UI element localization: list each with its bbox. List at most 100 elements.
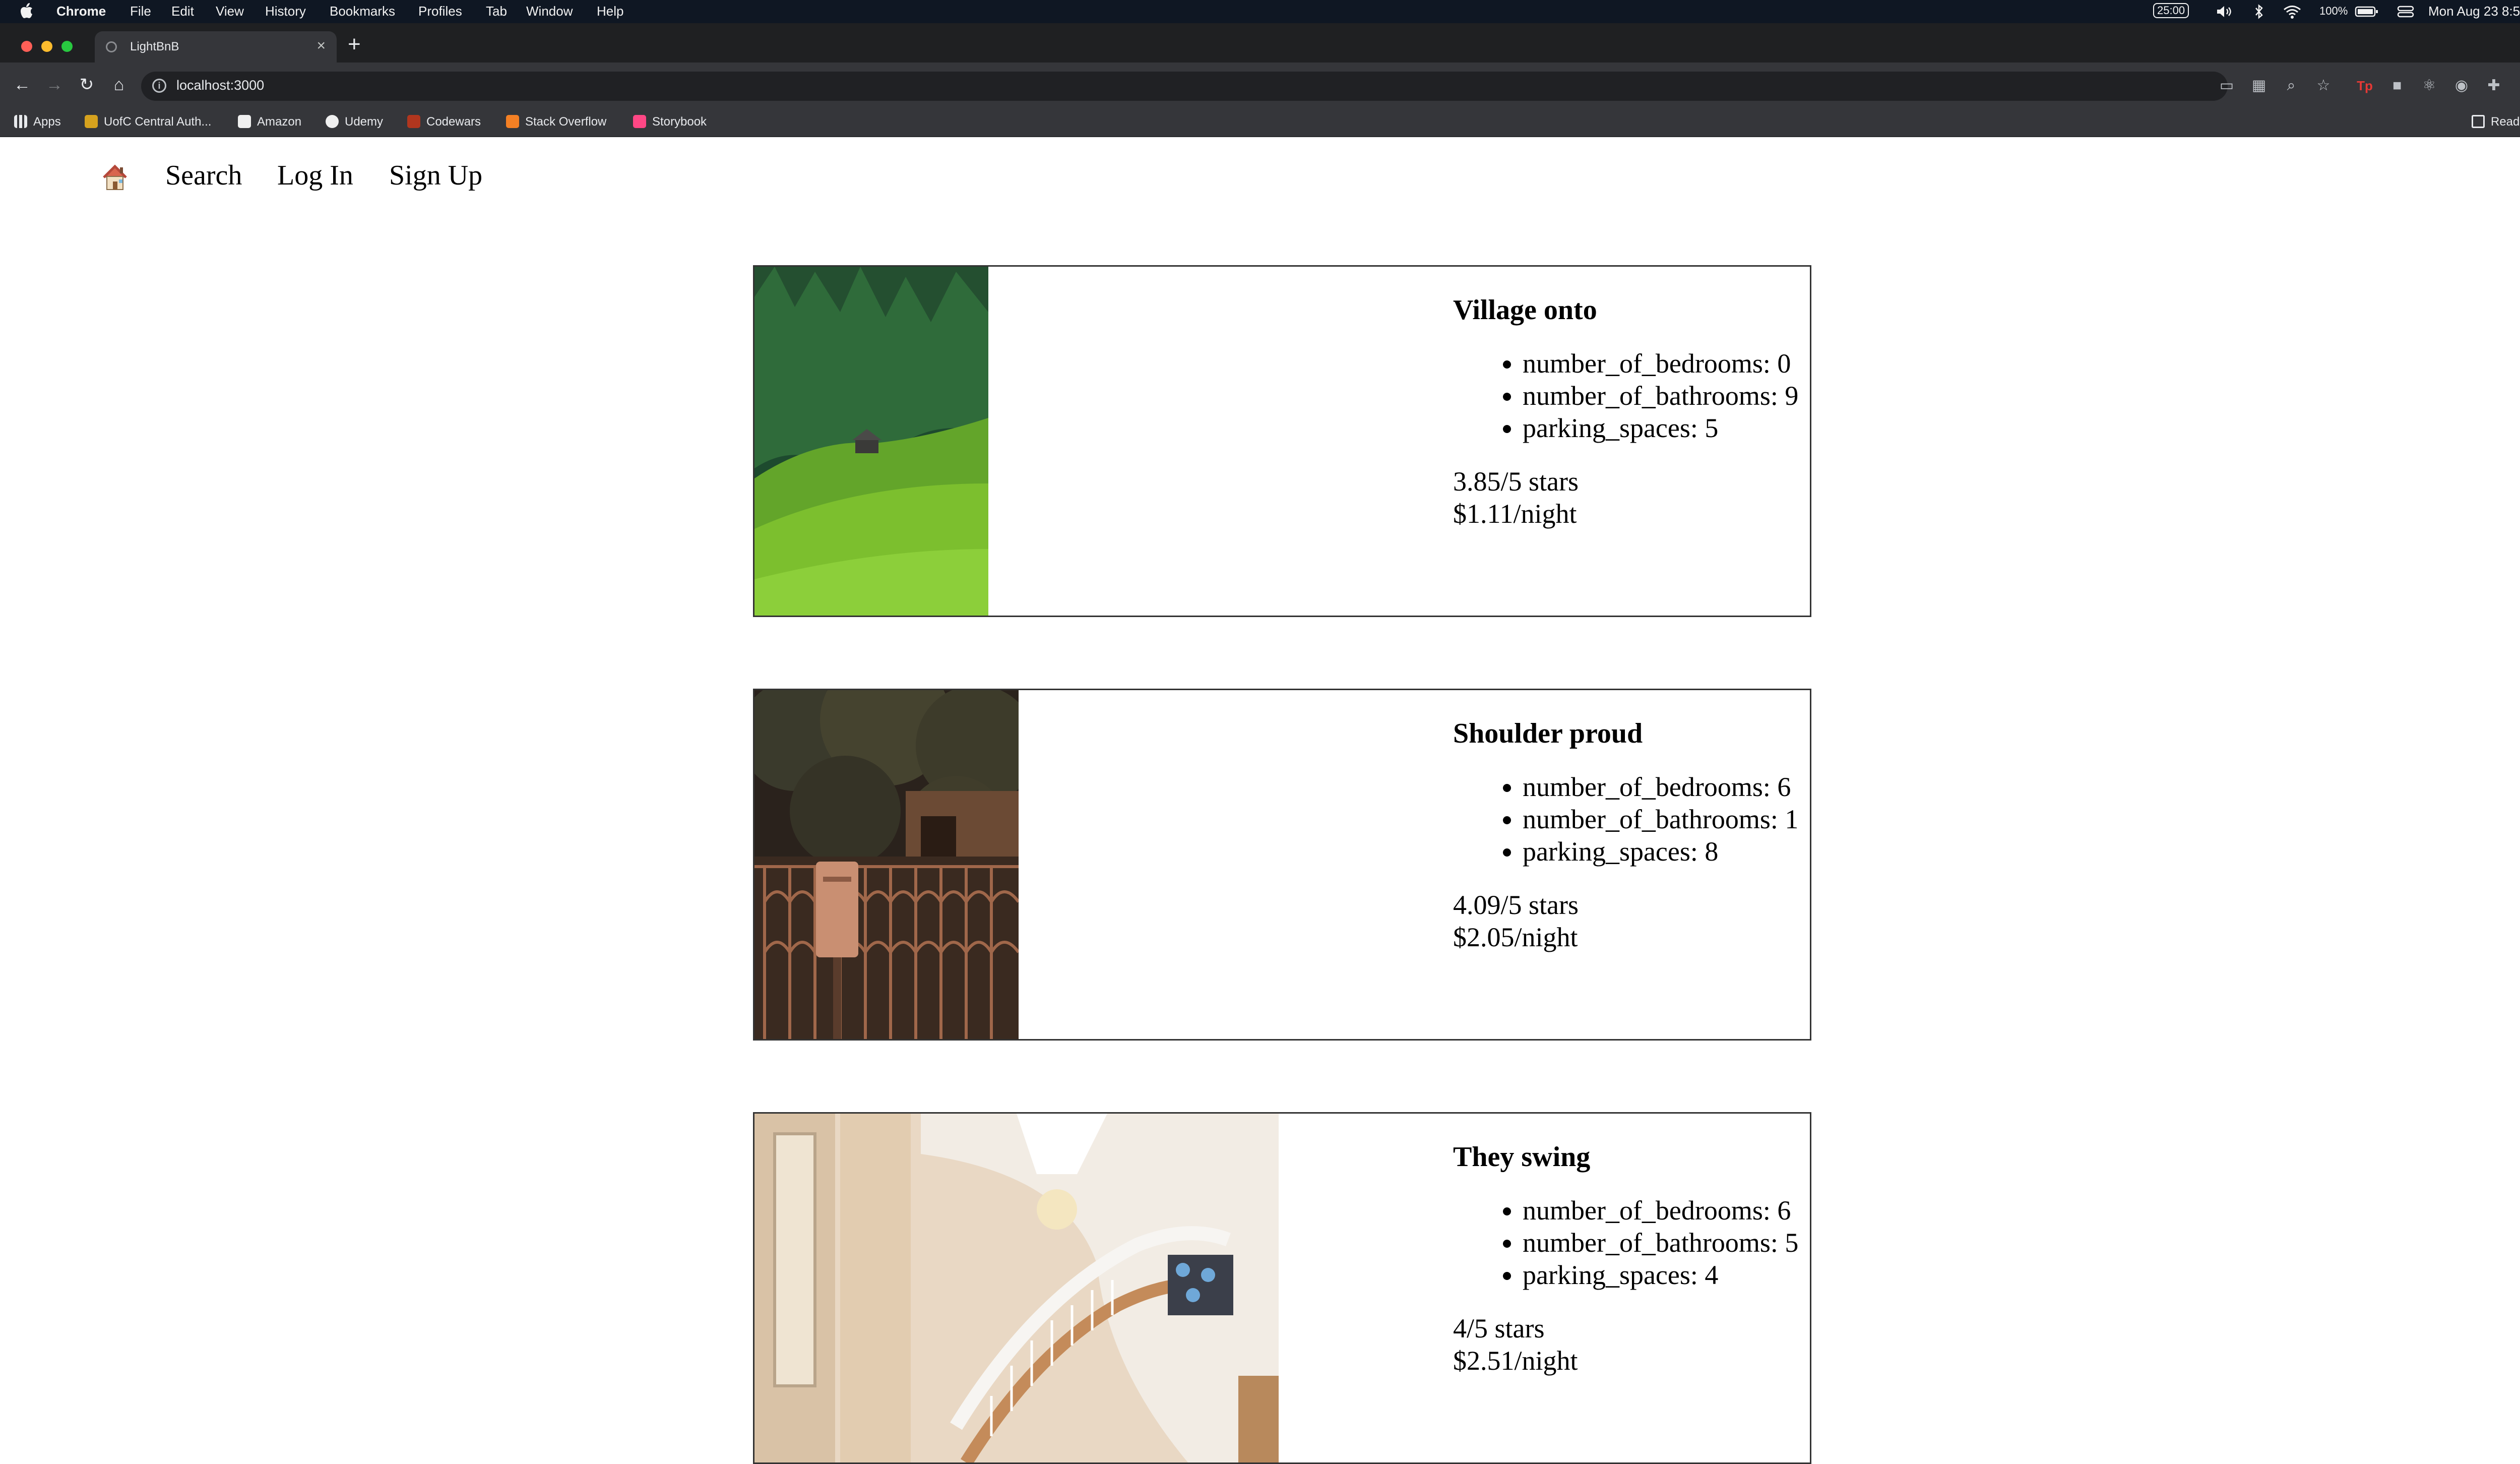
menubar-clock[interactable]: Mon Aug 23 8:57 PM — [2428, 4, 2520, 19]
listing-detail-bedrooms: number_of_bedrooms: 6 — [1523, 771, 1810, 803]
listing-card[interactable]: They swing number_of_bedrooms: 6 number_… — [753, 1112, 1811, 1464]
reload-icon[interactable]: ↻ — [71, 69, 103, 101]
page-favicon-icon — [106, 41, 117, 52]
listing-card[interactable]: Shoulder proud number_of_bedrooms: 6 num… — [753, 689, 1811, 1041]
zoom-icon[interactable]: ⌕ — [2281, 76, 2301, 96]
bookmarks-bar: Apps UofC Central Auth... Amazon Udemy C… — [0, 108, 2520, 137]
address-bar[interactable]: i localhost:3000 — [141, 72, 2228, 101]
menu-view[interactable]: View — [216, 4, 244, 19]
macos-menu-bar: Chrome File Edit View History Bookmarks … — [0, 0, 2520, 23]
reading-list-button[interactable]: Reading List — [2472, 115, 2520, 129]
listing-details: number_of_bedrooms: 6 number_of_bathroom… — [1453, 771, 1810, 868]
listing-stats: 3.85/5 stars $1.11/night — [1453, 465, 1810, 530]
uofc-shield-icon — [85, 115, 98, 128]
house-icon[interactable] — [101, 163, 129, 192]
browser-tab-active[interactable]: LightBnB × — [95, 31, 337, 63]
listing-stats: 4.09/5 stars $2.05/night — [1453, 889, 1810, 953]
window-zoom-button[interactable] — [61, 41, 73, 52]
listing-rating: 4.09/5 stars — [1453, 890, 1579, 920]
menu-help[interactable]: Help — [597, 4, 623, 19]
pomodoro-timer[interactable]: 25:00 — [2153, 3, 2189, 18]
menu-app-name[interactable]: Chrome — [56, 4, 106, 19]
listing-detail-bedrooms: number_of_bedrooms: 0 — [1523, 347, 1810, 380]
listing-photo[interactable] — [754, 1114, 1279, 1462]
extension-circle-icon[interactable]: ◉ — [2451, 76, 2472, 96]
menu-bookmarks[interactable]: Bookmarks — [330, 4, 395, 19]
menu-tab[interactable]: Tab — [486, 4, 507, 19]
home-button-icon[interactable]: ⌂ — [103, 69, 135, 101]
cast-icon[interactable]: ▭ — [2217, 76, 2237, 96]
storybook-icon — [633, 115, 646, 128]
amazon-icon — [238, 115, 251, 128]
bookmark-amazon[interactable]: Amazon — [238, 115, 301, 129]
battery-percent: 100% — [2319, 5, 2348, 17]
listing-detail-parking: parking_spaces: 8 — [1523, 835, 1810, 868]
listing-photo[interactable] — [754, 690, 1019, 1039]
tab-title: LightBnB — [130, 40, 179, 53]
bookmark-star-icon[interactable]: ☆ — [2313, 76, 2334, 96]
address-bar-url[interactable]: localhost:3000 — [176, 78, 264, 93]
nav-search-link[interactable]: Search — [165, 159, 242, 192]
wifi-icon[interactable] — [2282, 4, 2302, 19]
menu-history[interactable]: History — [265, 4, 306, 19]
codewars-icon — [407, 115, 420, 128]
extension-red-icon[interactable]: Tp — [2355, 76, 2375, 96]
listing-details: number_of_bedrooms: 0 number_of_bathroom… — [1453, 347, 1810, 444]
listing-price: $2.51/night — [1453, 1346, 1578, 1376]
volume-icon[interactable] — [2216, 4, 2234, 19]
listing-title: Shoulder proud — [1453, 718, 1643, 749]
bookmark-uofc[interactable]: UofC Central Auth... — [85, 115, 211, 129]
qr-code-icon[interactable]: ▦ — [2249, 76, 2269, 96]
menu-window[interactable]: Window — [526, 4, 573, 19]
listing-detail-bedrooms: number_of_bedrooms: 6 — [1523, 1194, 1810, 1227]
site-info-icon[interactable]: i — [152, 79, 166, 93]
listing-title: They swing — [1453, 1141, 1591, 1173]
listing-price: $1.11/night — [1453, 499, 1577, 529]
reading-list-icon — [2472, 115, 2485, 128]
bookmark-storybook[interactable]: Storybook — [633, 115, 707, 129]
bluetooth-icon[interactable] — [2253, 4, 2265, 19]
listing-info: Shoulder proud number_of_bedrooms: 6 num… — [1453, 717, 1810, 953]
back-arrow-icon[interactable]: ← — [6, 69, 38, 101]
window-close-button[interactable] — [21, 41, 32, 52]
bookmark-udemy[interactable]: Udemy — [326, 115, 383, 129]
control-center-icon[interactable] — [2397, 4, 2414, 19]
browser-tab-strip — [0, 23, 2520, 63]
apple-logo-icon[interactable] — [20, 2, 35, 19]
listing-detail-parking: parking_spaces: 5 — [1523, 412, 1810, 444]
page-content: Search Log In Sign Up Village onto numbe… — [0, 137, 2520, 1464]
extension-gray-icon[interactable]: ■ — [2387, 76, 2407, 96]
listing-detail-bathrooms: number_of_bathrooms: 5 — [1523, 1227, 1810, 1259]
extension-react-icon[interactable]: ⚛ — [2419, 76, 2439, 96]
listing-rating: 4/5 stars — [1453, 1313, 1545, 1344]
bookmark-stack-overflow[interactable]: Stack Overflow — [506, 115, 606, 129]
listing-photo[interactable] — [754, 267, 988, 616]
bookmark-apps[interactable]: Apps — [14, 115, 61, 129]
tab-close-icon[interactable]: × — [317, 37, 326, 54]
listing-stats: 4/5 stars $2.51/night — [1453, 1312, 1810, 1377]
listing-info: Village onto number_of_bedrooms: 0 numbe… — [1453, 294, 1810, 530]
new-tab-plus-icon[interactable]: + — [348, 33, 361, 55]
nav-signup-link[interactable]: Sign Up — [389, 159, 482, 192]
stack-overflow-icon — [506, 115, 519, 128]
listing-detail-bathrooms: number_of_bathrooms: 9 — [1523, 380, 1810, 412]
listing-title: Village onto — [1453, 294, 1597, 326]
listing-rating: 3.85/5 stars — [1453, 466, 1579, 497]
menu-edit[interactable]: Edit — [171, 4, 194, 19]
listing-details: number_of_bedrooms: 6 number_of_bathroom… — [1453, 1194, 1810, 1291]
menu-file[interactable]: File — [130, 4, 151, 19]
udemy-icon — [326, 115, 339, 128]
listing-detail-parking: parking_spaces: 4 — [1523, 1259, 1810, 1291]
extensions-puzzle-icon[interactable]: ✚ — [2484, 76, 2504, 96]
menu-profiles[interactable]: Profiles — [418, 4, 462, 19]
listing-detail-bathrooms: number_of_bathrooms: 1 — [1523, 803, 1810, 835]
nav-login-link[interactable]: Log In — [277, 159, 353, 192]
profile-avatar-icon[interactable]: ● — [2516, 76, 2520, 96]
forward-arrow-icon[interactable]: → — [38, 69, 71, 101]
listing-card[interactable]: Village onto number_of_bedrooms: 0 numbe… — [753, 265, 1811, 617]
listing-info: They swing number_of_bedrooms: 6 number_… — [1453, 1141, 1810, 1377]
bookmark-codewars[interactable]: Codewars — [407, 115, 481, 129]
window-minimize-button[interactable] — [41, 41, 52, 52]
listing-price: $2.05/night — [1453, 922, 1578, 952]
battery-icon[interactable] — [2355, 4, 2379, 19]
